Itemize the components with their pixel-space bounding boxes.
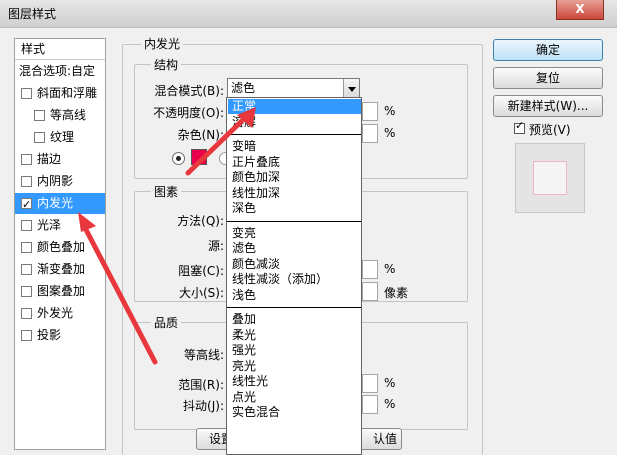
- annotation-arrow-to-item: [78, 212, 158, 365]
- annotation-arrow-to-dropdown: [185, 107, 256, 176]
- annotation-overlay: [78, 107, 256, 365]
